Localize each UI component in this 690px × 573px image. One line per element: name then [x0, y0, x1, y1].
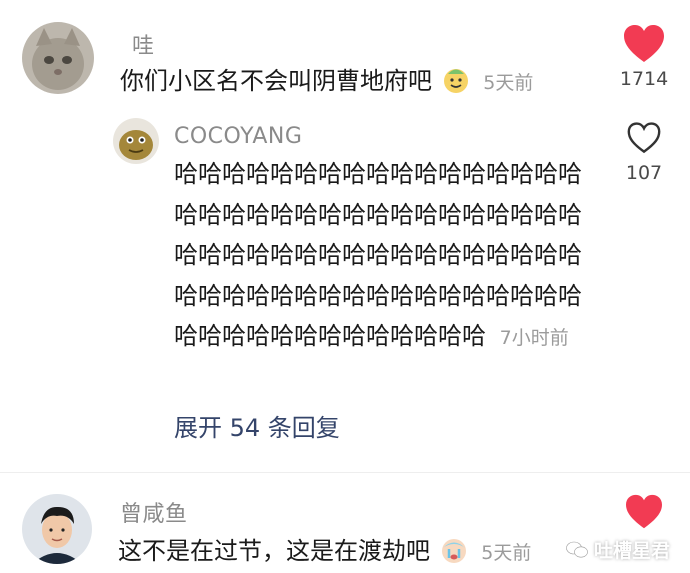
comment-username[interactable]: 哇 [132, 28, 155, 60]
smirk-emoji-icon [442, 66, 470, 98]
like-button[interactable] [624, 494, 664, 530]
like-count: 1714 [619, 68, 669, 90]
comment-body: 你们小区名不会叫阴曹地府吧 [120, 67, 432, 95]
expand-replies-link[interactable]: 展开 54 条回复 [174, 408, 340, 443]
comment-body: 这不是在过节，这是在渡劫吧 [118, 537, 430, 565]
heart-filled-icon [624, 25, 664, 62]
heart-outline-icon [627, 122, 661, 154]
comment-time: 5天前 [481, 542, 532, 564]
heart-filled-icon [626, 494, 662, 529]
reply-text: 哈哈哈哈哈哈哈哈哈哈哈哈哈哈哈哈哈哈哈哈哈哈哈哈哈哈哈哈哈哈哈哈哈哈哈哈哈哈哈哈… [174, 154, 594, 359]
reply-like-button[interactable] [626, 122, 662, 154]
reply-time: 7小时前 [499, 327, 569, 349]
like-button[interactable] [622, 24, 666, 64]
watermark-text: 吐槽星君 [594, 540, 671, 562]
reply-username[interactable]: COCOYANG [174, 124, 302, 149]
comment-text: 这不是在过节，这是在渡劫吧 5天前 [118, 536, 531, 568]
comment-username[interactable]: 曾咸鱼 [120, 496, 188, 528]
watermark: 吐槽星君 [566, 536, 670, 563]
avatar-potato[interactable] [113, 118, 159, 164]
avatar-cat[interactable] [22, 22, 94, 94]
wechat-icon [566, 541, 588, 557]
reply-body: 哈哈哈哈哈哈哈哈哈哈哈哈哈哈哈哈哈哈哈哈哈哈哈哈哈哈哈哈哈哈哈哈哈哈哈哈哈哈哈哈… [174, 160, 582, 350]
avatar-man[interactable] [22, 494, 92, 564]
crying-face-emoji-icon [440, 536, 468, 568]
reply-like-count: 107 [625, 162, 663, 184]
comment-time: 5天前 [483, 72, 534, 94]
comment-text: 你们小区名不会叫阴曹地府吧 5天前 [120, 66, 533, 98]
divider [0, 472, 690, 473]
